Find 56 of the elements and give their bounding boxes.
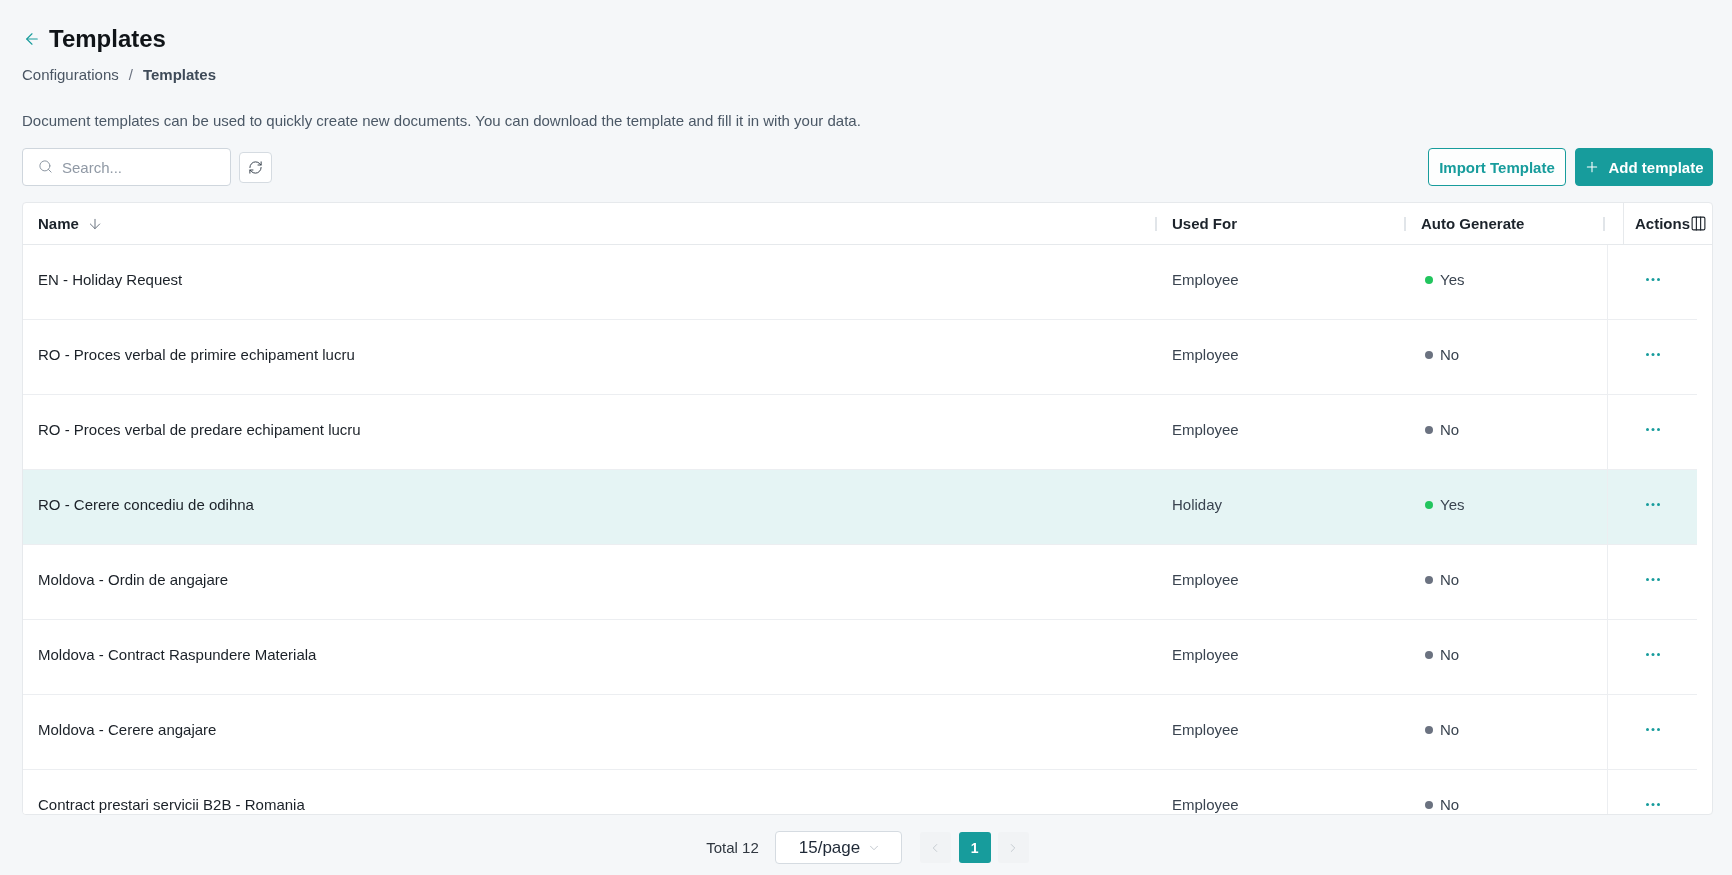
table-row[interactable]: Moldova - Ordin de angajare Employee No [23,545,1697,620]
table-cell: EN - Holiday Request [38,271,183,288]
page-size-select[interactable]: 15/page [774,831,902,864]
column-header[interactable]: Auto Generate [1421,215,1525,232]
status-text: No [1440,796,1460,813]
table-cell: Moldova - Contract Raspundere Materiala [38,646,317,663]
status-text: Yes [1440,496,1465,513]
search-icon [38,159,53,174]
more-icon [1646,503,1660,506]
table-cell: Employee [1172,646,1239,663]
search-field[interactable]: Search... [22,148,231,186]
status-text: No [1440,721,1460,738]
table-row[interactable]: RO - Proces verbal de primire echipament lucru Employee No [23,320,1697,395]
refresh-button[interactable] [239,151,272,183]
table-row[interactable]: Moldova - Cerere angajare Employee No [23,695,1697,770]
column-header[interactable]: Name [38,215,79,232]
table-row[interactable]: RO - Cerere concediu de odihna Holiday Yes [23,470,1697,545]
table-cell: Employee [1172,571,1239,588]
back-button[interactable] [23,30,41,48]
more-icon [1646,653,1660,656]
table-cell: Moldova - Cerere angajare [38,721,217,738]
breadcrumb-separator: / [128,65,133,83]
more-icon [1646,578,1660,581]
column-header: Actions [1635,215,1690,232]
status-text: No [1440,421,1460,438]
more-icon [1646,803,1660,806]
more-icon [1646,353,1660,356]
table-cell: RO - Cerere concediu de odihna [38,496,254,513]
table-cell: Employee [1172,346,1239,363]
table-cell: Holiday [1172,496,1223,513]
table-cell: Employee [1172,796,1239,813]
more-icon [1646,278,1660,281]
table-cell: RO - Proces verbal de predare echipament lucru [38,421,361,438]
status-text: No [1440,646,1460,663]
status-text: Yes [1440,271,1465,288]
column-header[interactable]: Used For [1172,215,1237,232]
breadcrumb-link[interactable]: Configurations [22,65,119,83]
more-icon [1646,428,1660,431]
table-cell: Employee [1172,421,1239,438]
table-cell: Employee [1172,721,1239,738]
table-cell: Contract prestari servicii B2B - Romania [38,796,305,813]
table-cell: RO - Proces verbal de primire echipament lucru [38,346,355,363]
total-count: Total 12 [706,839,759,856]
table-cell: Employee [1172,271,1239,288]
more-icon [1646,728,1660,731]
page-title: Templates [49,24,166,54]
status-text: No [1440,571,1460,588]
status-text: No [1440,346,1460,363]
columns-icon[interactable] [1690,215,1707,232]
table-row[interactable]: Moldova - Contract Raspundere Materiala Employee No [23,620,1697,695]
page-description: Document templates can be used to quickly create new documents. You can download the template and fill it in with your data. [22,111,862,131]
breadcrumb-current: Templates [142,65,216,83]
refresh-icon [248,159,263,175]
table-row[interactable]: RO - Proces verbal de predare echipament lucru Employee No [23,395,1697,470]
table-cell: Moldova - Ordin de angajare [38,571,229,588]
table-row[interactable]: EN - Holiday Request Employee Yes [23,245,1697,320]
